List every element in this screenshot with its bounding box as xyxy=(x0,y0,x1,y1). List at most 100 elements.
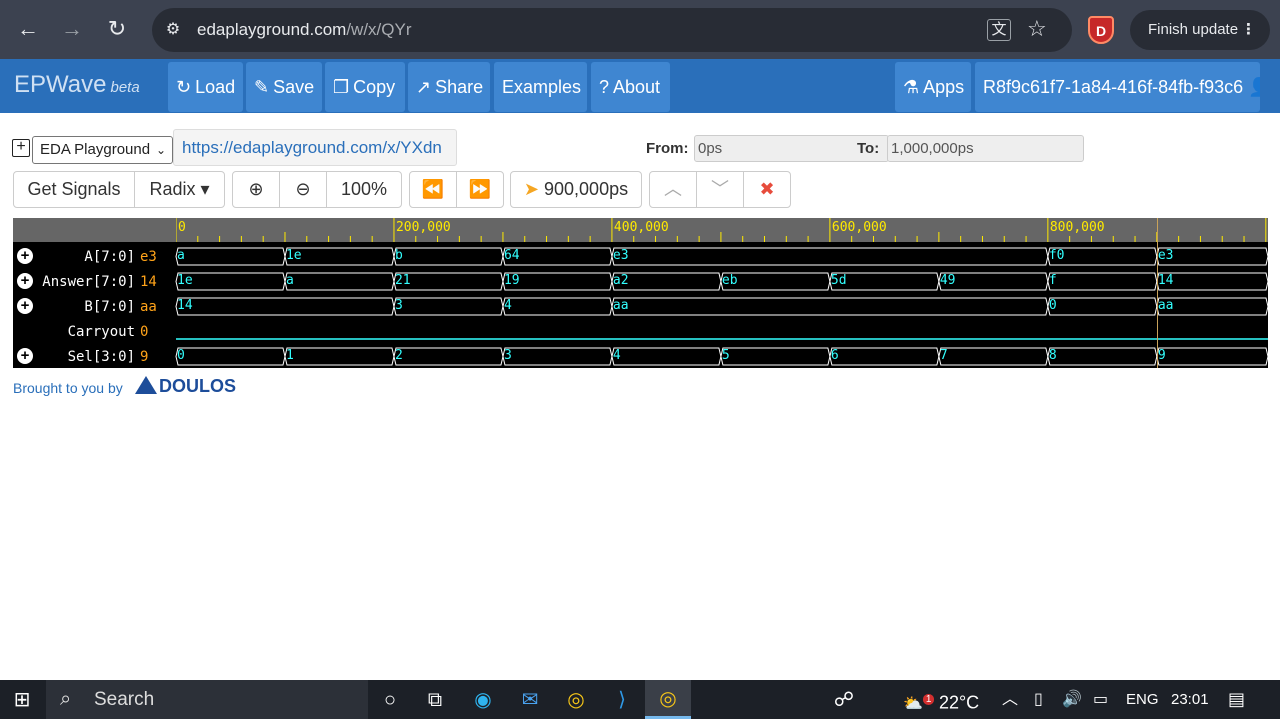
bus-segment-value: e3 xyxy=(612,248,629,263)
to-input[interactable]: 1,000,000ps xyxy=(887,135,1084,162)
mail-icon[interactable]: ✉ xyxy=(516,686,544,714)
step-back-icon[interactable]: ⏪ xyxy=(410,172,457,207)
bus-segment-value: 4 xyxy=(503,298,512,313)
bus-segment xyxy=(611,297,1049,316)
bus-segment xyxy=(1156,297,1268,316)
finish-update-button[interactable]: Finish update ⋮ xyxy=(1130,10,1270,50)
translate-icon[interactable]: 文 xyxy=(987,19,1011,41)
bus-segment-value: aa xyxy=(1157,298,1174,313)
bookmark-star-icon[interactable]: ☆ xyxy=(1027,16,1047,42)
address-bar[interactable]: ⚙ edaplayground.com/w/x/QYr 文 ☆ xyxy=(152,8,1072,52)
bus-segment-value: a xyxy=(285,273,294,288)
load-button[interactable]: ↻ Load xyxy=(168,62,243,112)
cursor-time-button[interactable]: ➤ 900,000ps xyxy=(511,172,641,207)
signal-cursor-value: aa xyxy=(140,299,157,315)
network-icon[interactable]: ▭ xyxy=(1093,680,1108,719)
forward-icon[interactable]: → xyxy=(57,14,87,44)
save-button[interactable]: ✎ Save xyxy=(246,62,322,112)
brand: EPWave beta xyxy=(14,71,140,99)
signal-name[interactable]: B[7:0] xyxy=(13,299,135,315)
bus-segment xyxy=(1047,347,1158,366)
zoom-in-icon[interactable]: ⊕ xyxy=(233,172,280,207)
waveform-traces xyxy=(175,247,1268,366)
vscode-icon[interactable]: ⟩ xyxy=(608,686,636,714)
get-signals-button[interactable]: Get Signals xyxy=(14,172,135,207)
task-view-icon[interactable]: ⧉ xyxy=(421,686,449,714)
extension-shield-icon[interactable]: D xyxy=(1088,16,1114,44)
chrome-active-taskbar[interactable]: ◎ xyxy=(645,680,691,719)
bus-segment xyxy=(175,247,286,266)
chrome-icon[interactable]: ◎ xyxy=(562,686,590,714)
chevron-up-icon[interactable]: ︿ xyxy=(650,172,697,207)
edge-icon[interactable]: ◉ xyxy=(469,686,497,714)
to-label: To: xyxy=(857,140,880,157)
apps-label: Apps xyxy=(923,77,965,97)
signal-name[interactable]: A[7:0] xyxy=(13,249,135,265)
language-indicator[interactable]: ENG xyxy=(1126,680,1159,719)
chevron-down-icon: ⌄ xyxy=(155,143,166,157)
tray-chevron-icon[interactable]: ︿ xyxy=(1002,680,1018,719)
playground-link[interactable]: https://edaplayground.com/x/YXdn xyxy=(173,129,457,166)
signal-name[interactable]: Answer[7:0] xyxy=(13,274,135,290)
about-button[interactable]: ? About xyxy=(591,62,670,112)
bus-segment xyxy=(1047,272,1158,291)
signal-name[interactable]: Sel[3:0] xyxy=(13,349,135,365)
about-label: About xyxy=(613,77,661,97)
step-forward-icon[interactable]: ⏩ xyxy=(457,172,503,207)
url-text[interactable]: edaplayground.com/w/x/QYr xyxy=(197,20,412,40)
windows-start-icon[interactable]: ⊞ xyxy=(8,686,36,714)
bus-segment xyxy=(502,297,613,316)
clock[interactable]: 23:01 xyxy=(1171,680,1209,719)
refresh-icon: ↻ xyxy=(176,77,192,97)
bus-segment xyxy=(393,347,504,366)
url-path: /w/x/QYr xyxy=(346,20,412,39)
reload-icon[interactable]: ↻ xyxy=(102,14,132,44)
apps-button[interactable]: ⚗ Apps xyxy=(895,62,971,112)
weather-icon: ⛅ xyxy=(903,695,923,713)
bus-segment-value: 21 xyxy=(394,273,411,288)
bus-segment-value: 14 xyxy=(177,298,193,313)
examples-button[interactable]: Examples xyxy=(494,62,587,112)
from-label: From: xyxy=(646,140,689,157)
copy-label: Copy xyxy=(353,77,396,97)
signal-name[interactable]: Carryout xyxy=(13,324,135,340)
bus-segment-value: 8 xyxy=(1048,348,1057,363)
epwave-toolbar: EPWave beta ↻ Load ✎ Save ❐ Copy ↗ Share Exam… xyxy=(0,59,1280,113)
bus-segment-value: f0 xyxy=(1048,248,1065,263)
battery-icon[interactable]: ▯ xyxy=(1034,680,1043,719)
bus-segment-value: 6 xyxy=(830,348,839,363)
bus-segment-value: 64 xyxy=(503,248,520,263)
temperature: 22°C xyxy=(938,692,980,713)
bus-segment-value: a2 xyxy=(612,273,629,288)
notifications-icon[interactable]: ▤ xyxy=(1228,680,1245,719)
taskbar-search[interactable]: ⌕ Search xyxy=(46,680,368,719)
waveform-viewer[interactable]: 0 200,000 400,000 600,000 800,000 + A[7:0] e3 a… xyxy=(13,218,1268,368)
add-plus-icon[interactable]: + xyxy=(12,139,30,157)
source-select[interactable]: EDA Playground ⌄ xyxy=(32,136,173,164)
user-id: R8f9c61f7-1a84-416f-84fb-f93c6 xyxy=(983,77,1244,97)
load-label: Load xyxy=(195,77,236,97)
copy-button[interactable]: ❐ Copy xyxy=(325,62,405,112)
copy-icon: ❐ xyxy=(333,77,350,97)
time-cursor[interactable] xyxy=(1156,218,1158,368)
back-icon[interactable]: ← xyxy=(13,14,43,44)
people-icon[interactable]: ☍ xyxy=(830,686,858,714)
share-button[interactable]: ↗ Share xyxy=(408,62,490,112)
close-icon[interactable]: ✖ xyxy=(744,172,790,207)
chevron-down-icon[interactable]: ﹀ xyxy=(697,172,744,207)
weather-widget[interactable]: ⛅ 1 22°C xyxy=(903,680,979,719)
site-settings-icon[interactable]: ⚙ xyxy=(162,19,184,41)
cortana-icon[interactable]: ○ xyxy=(376,686,404,714)
zoom-level[interactable]: 100% xyxy=(327,172,401,207)
caret-down-icon: ▾ xyxy=(200,179,210,199)
bus-segment-value: 1 xyxy=(285,348,294,363)
user-button[interactable]: R8f9c61f7-1a84-416f-84fb-f93c6 👤 xyxy=(975,62,1260,112)
brand-tag: beta xyxy=(110,79,140,96)
zoom-out-icon[interactable]: ⊖ xyxy=(280,172,327,207)
user-icon: 👤 xyxy=(1248,77,1260,97)
bus-segment xyxy=(393,297,504,316)
volume-icon[interactable]: 🔊 xyxy=(1062,680,1082,719)
radix-button[interactable]: Radix ▾ xyxy=(135,172,224,207)
doulos-logo[interactable]: DOULOS xyxy=(135,376,236,397)
brand-name: EPWave xyxy=(14,71,107,98)
